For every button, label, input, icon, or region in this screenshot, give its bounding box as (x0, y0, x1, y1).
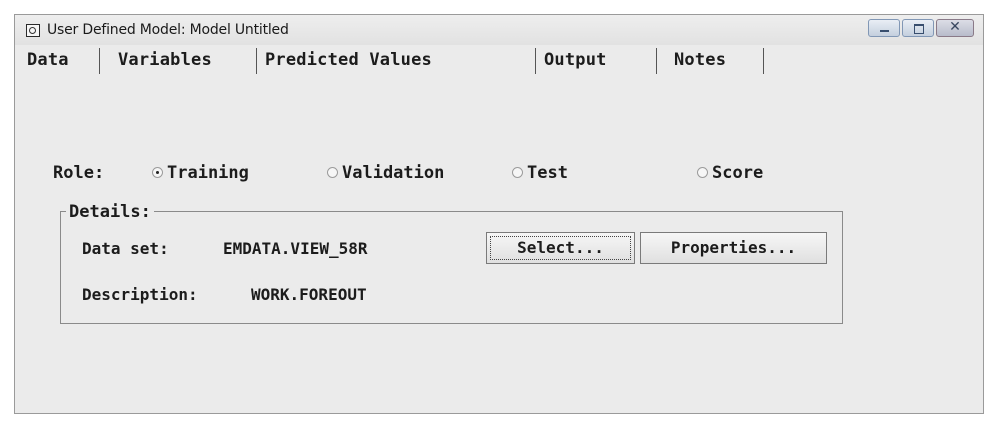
title-bar[interactable]: User Defined Model: Model Untitled ✕ (15, 15, 983, 45)
role-label: Role: (53, 163, 105, 183)
tab-separator (535, 48, 536, 74)
tab-separator (763, 48, 764, 74)
radio-selected-icon[interactable] (152, 167, 163, 178)
user-defined-model-window: User Defined Model: Model Untitled ✕ Dat… (14, 14, 984, 414)
radio-unselected-icon[interactable] (697, 167, 708, 178)
tab-variables[interactable]: Variables (118, 45, 212, 75)
maximize-icon[interactable] (902, 19, 934, 37)
radio-unselected-icon[interactable] (327, 167, 338, 178)
details-legend: Details: (66, 202, 154, 222)
minimize-icon[interactable] (868, 19, 900, 37)
radio-unselected-icon[interactable] (512, 167, 523, 178)
select-button[interactable]: Select... (486, 232, 635, 264)
data-set-label: Data set: (82, 239, 169, 258)
tab-predicted-values[interactable]: Predicted Values (265, 45, 432, 75)
tab-separator (656, 48, 657, 74)
window-controls: ✕ (866, 19, 974, 37)
window-title: User Defined Model: Model Untitled (47, 22, 289, 38)
tab-strip: Data Variables Predicted Values Output N… (15, 45, 983, 75)
properties-button[interactable]: Properties... (640, 232, 827, 264)
description-value: WORK.FOREOUT (251, 285, 367, 304)
tab-separator (99, 48, 100, 74)
tab-separator (256, 48, 257, 74)
details-groupbox (60, 211, 843, 324)
data-set-value: EMDATA.VIEW_58R (223, 239, 368, 258)
close-icon[interactable]: ✕ (936, 19, 974, 37)
tab-output[interactable]: Output (544, 45, 607, 75)
tab-data[interactable]: Data (27, 45, 69, 75)
app-icon (26, 24, 40, 37)
tab-notes[interactable]: Notes (674, 45, 726, 75)
description-label: Description: (82, 285, 198, 304)
